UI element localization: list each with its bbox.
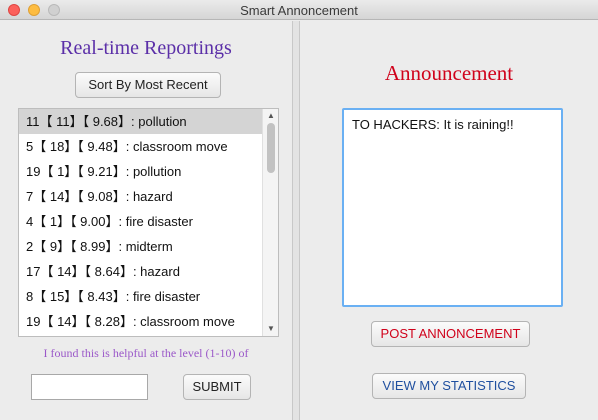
reports-list-items: 11【 11】【 9.68】: pollution 5【 18】【 9.48】: … [19,109,278,334]
reportings-title: Real-time Reportings [60,37,232,59]
report-list-item[interactable]: 4【 1】【 9.00】: fire disaster [19,209,262,234]
split-pane-divider[interactable] [292,21,300,420]
report-list-item[interactable]: 17【 14】【 8.64】: hazard [19,259,262,284]
window-title: Smart Annoncement [240,3,358,18]
app-window: Smart Annoncement Real-time Reportings S… [0,0,598,420]
post-announcement-button[interactable]: POST ANNONCEMENT [371,321,530,347]
announcement-panel: Announcement POST ANNONCEMENT VIEW MY ST… [300,21,598,420]
report-list-item[interactable]: 7【 14】【 9.08】: hazard [19,184,262,209]
title-bar: Smart Annoncement [0,0,598,20]
report-list-item[interactable]: 5【 18】【 9.48】: classroom move [19,134,262,159]
scroll-thumb[interactable] [267,123,275,173]
reports-list[interactable]: 11【 11】【 9.68】: pollution 5【 18】【 9.48】: … [18,108,279,337]
sort-by-most-recent-button[interactable]: Sort By Most Recent [75,72,221,98]
report-list-item[interactable]: 19【 14】【 8.28】: classroom move [19,309,262,334]
report-list-item[interactable]: 11【 11】【 9.68】: pollution [19,109,262,134]
report-list-item[interactable]: 8【 15】【 8.43】: fire disaster [19,284,262,309]
helpful-rating-label: I found this is helpful at the level (1-… [43,346,249,360]
scroll-down-arrow-icon[interactable]: ▼ [266,325,276,333]
reports-scrollbar[interactable]: ▲ ▼ [262,109,278,336]
submit-button[interactable]: SUBMIT [183,374,251,400]
helpful-rating-input[interactable] [31,374,148,400]
view-statistics-button[interactable]: VIEW MY STATISTICS [372,373,526,399]
scroll-up-arrow-icon[interactable]: ▲ [266,112,276,120]
report-list-item[interactable]: 19【 1】【 9.21】: pollution [19,159,262,184]
report-list-item[interactable]: 2【 9】【 8.99】: midterm [19,234,262,259]
announcement-title: Announcement [384,61,514,85]
announcement-textarea[interactable] [342,108,563,307]
reportings-panel: Real-time Reportings Sort By Most Recent… [0,21,292,420]
